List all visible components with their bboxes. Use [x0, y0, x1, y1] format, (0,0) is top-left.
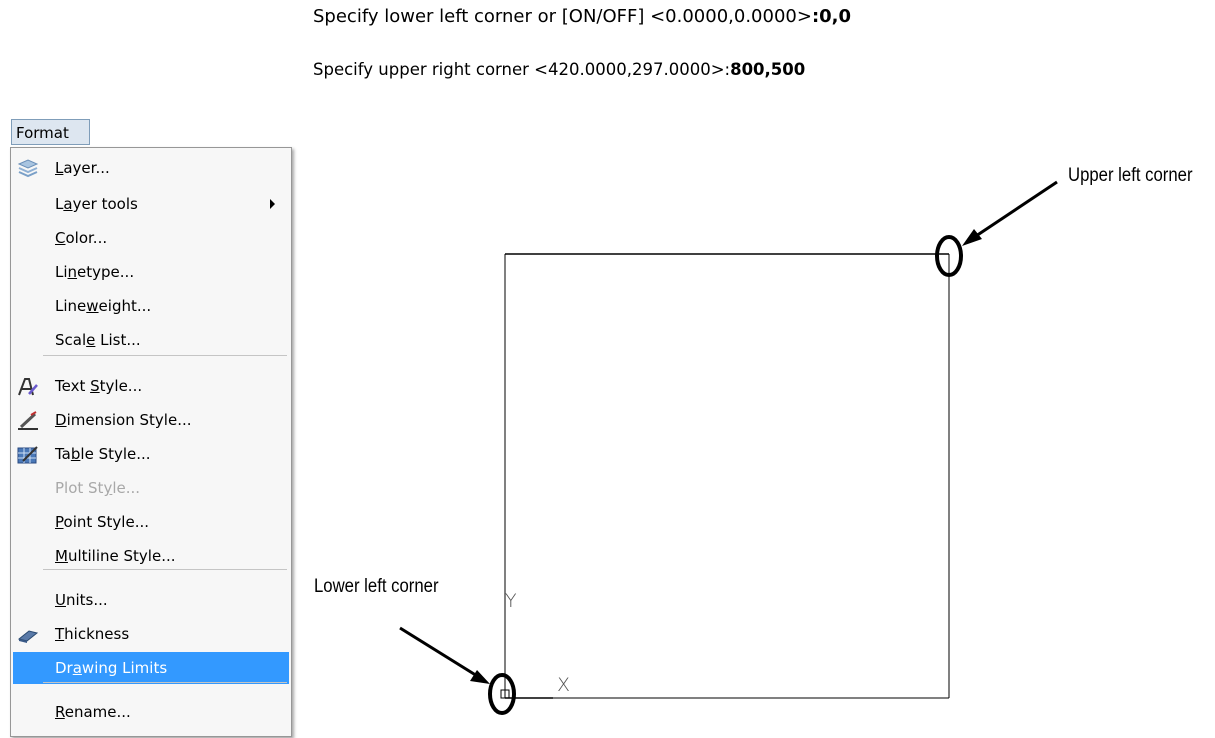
- ucs-x-label: X: [557, 674, 571, 696]
- upper-arrow-shaft: [969, 180, 1058, 242]
- upper-corner-label: Upper left corner: [1068, 165, 1193, 186]
- lower-arrow-shaft: [399, 626, 483, 681]
- upper-arrow-head: [962, 229, 982, 246]
- ucs-y-label: Y: [505, 590, 517, 612]
- lower-corner-circle: [488, 673, 516, 715]
- drawing-canvas[interactable]: [0, 0, 1215, 738]
- lower-corner-label: Lower left corner: [314, 576, 439, 597]
